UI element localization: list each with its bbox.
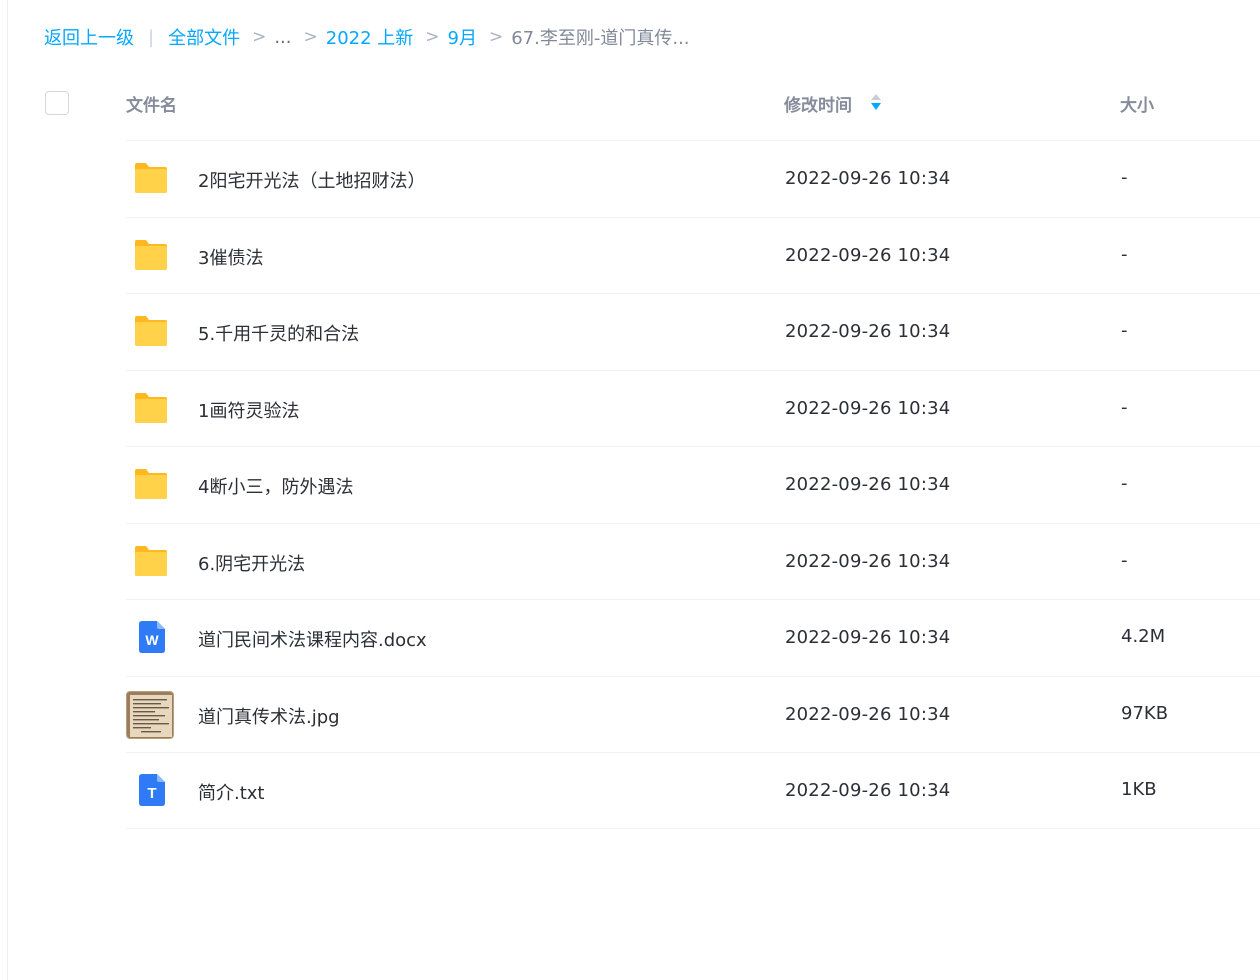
file-size: - bbox=[1121, 396, 1128, 418]
file-time: 2022-09-26 10:34 bbox=[785, 168, 951, 189]
file-name[interactable]: 2阳宅开光法（土地招财法） bbox=[198, 167, 425, 193]
breadcrumb-current: 67.李至刚-道门真传... bbox=[511, 28, 690, 49]
chevron-right-icon: > bbox=[488, 27, 504, 47]
table-row[interactable]: 道门真传术法.jpg 2022-09-26 10:34 97KB bbox=[126, 675, 1260, 753]
file-time: 2022-09-26 10:34 bbox=[785, 474, 951, 495]
file-time: 2022-09-26 10:34 bbox=[785, 550, 951, 572]
breadcrumb: 返回上一级 | 全部文件 > ... > 2022 上新 > 9月 > 67.李… bbox=[44, 24, 690, 50]
file-time: 2022-09-26 10:34 bbox=[785, 703, 951, 725]
back-link[interactable]: 返回上一级 bbox=[44, 24, 134, 50]
breadcrumb-ellipsis[interactable]: ... bbox=[274, 27, 291, 48]
svg-text:W: W bbox=[145, 632, 159, 648]
word-doc-icon: W bbox=[139, 621, 165, 653]
file-time: 2022-09-26 10:34 bbox=[785, 780, 951, 801]
file-name[interactable]: 6.阴宅开光法 bbox=[198, 550, 305, 576]
breadcrumb-september[interactable]: 9月 bbox=[448, 24, 477, 50]
folder-icon bbox=[135, 545, 167, 576]
file-size: - bbox=[1121, 320, 1128, 341]
file-size: 4.2M bbox=[1121, 626, 1166, 647]
file-name[interactable]: 1画符灵验法 bbox=[198, 397, 299, 423]
folder-icon bbox=[135, 316, 167, 346]
file-name[interactable]: 道门民间术法课程内容.docx bbox=[198, 626, 427, 652]
image-thumbnail bbox=[126, 690, 174, 739]
chevron-right-icon: > bbox=[303, 27, 318, 47]
file-size: - bbox=[1121, 243, 1128, 265]
file-time: 2022-09-26 10:34 bbox=[785, 321, 951, 342]
svg-text:T: T bbox=[147, 785, 156, 802]
file-name[interactable]: 5.千用千灵的和合法 bbox=[198, 320, 359, 346]
file-size: - bbox=[1121, 167, 1128, 188]
table-row[interactable]: T 简介.txt 2022-09-26 10:34 1KB bbox=[126, 752, 1260, 829]
file-size: - bbox=[1121, 473, 1128, 494]
table-row[interactable]: 4断小三，防外遇法 2022-09-26 10:34 - bbox=[126, 446, 1260, 523]
file-browser: 返回上一级 | 全部文件 > ... > 2022 上新 > 9月 > 67.李… bbox=[7, 0, 1260, 980]
sort-icon[interactable] bbox=[870, 92, 882, 112]
chevron-right-icon: > bbox=[425, 27, 440, 47]
file-size: 1KB bbox=[1121, 779, 1157, 800]
column-header-time[interactable]: 修改时间 bbox=[784, 91, 852, 116]
table-row[interactable]: 6.阴宅开光法 2022-09-26 10:34 - bbox=[126, 522, 1260, 600]
breadcrumb-2022[interactable]: 2022 上新 bbox=[326, 24, 414, 50]
breadcrumb-divider: | bbox=[148, 26, 155, 48]
file-name[interactable]: 道门真传术法.jpg bbox=[198, 703, 340, 729]
text-file-icon: T bbox=[139, 774, 165, 806]
table-row[interactable]: W 道门民间术法课程内容.docx 2022-09-26 10:34 4.2M bbox=[126, 599, 1260, 676]
table-row[interactable]: 1画符灵验法 2022-09-26 10:34 - bbox=[126, 369, 1260, 447]
column-header-name[interactable]: 文件名 bbox=[126, 91, 177, 116]
folder-icon bbox=[135, 163, 167, 193]
file-name[interactable]: 3催债法 bbox=[198, 244, 263, 270]
folder-icon bbox=[135, 239, 167, 270]
file-time: 2022-09-26 10:34 bbox=[785, 397, 951, 419]
file-size: - bbox=[1121, 549, 1128, 571]
chevron-right-icon: > bbox=[252, 27, 267, 47]
select-all-checkbox[interactable] bbox=[45, 91, 69, 115]
table-row[interactable]: 3催债法 2022-09-26 10:34 - bbox=[126, 216, 1260, 294]
table-header: 文件名 修改时间 大小 bbox=[8, 72, 1260, 134]
breadcrumb-all-files[interactable]: 全部文件 bbox=[168, 24, 240, 50]
column-header-size[interactable]: 大小 bbox=[1120, 91, 1154, 116]
file-name[interactable]: 4断小三，防外遇法 bbox=[198, 473, 353, 499]
file-name[interactable]: 简介.txt bbox=[198, 779, 265, 805]
table-row[interactable]: 5.千用千灵的和合法 2022-09-26 10:34 - bbox=[126, 293, 1260, 370]
folder-icon bbox=[135, 392, 167, 423]
file-list: 2阳宅开光法（土地招财法） 2022-09-26 10:34 - 3催债法 20… bbox=[126, 140, 1260, 829]
file-time: 2022-09-26 10:34 bbox=[785, 627, 951, 648]
table-row[interactable]: 2阳宅开光法（土地招财法） 2022-09-26 10:34 - bbox=[126, 140, 1260, 217]
folder-icon bbox=[135, 469, 167, 499]
file-size: 97KB bbox=[1121, 702, 1169, 724]
file-time: 2022-09-26 10:34 bbox=[785, 244, 951, 266]
